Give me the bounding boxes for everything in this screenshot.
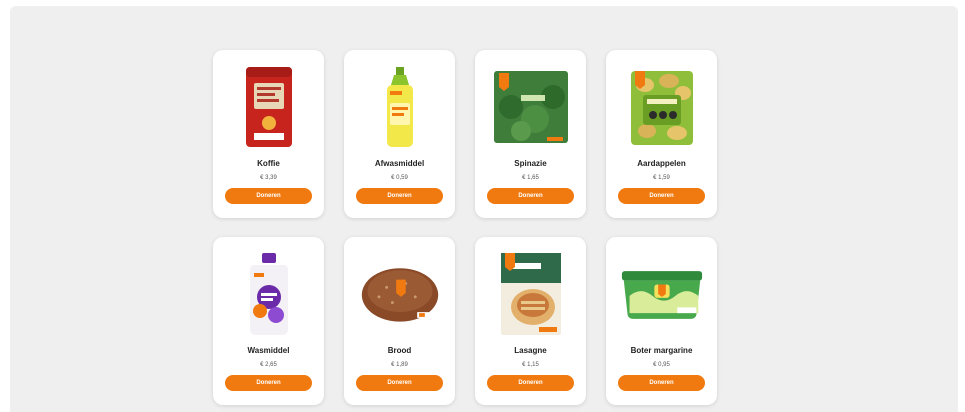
product-name: Aardappelen bbox=[637, 159, 686, 168]
product-image bbox=[620, 249, 704, 339]
product-name: Boter margarine bbox=[630, 346, 693, 355]
product-name: Koffie bbox=[257, 159, 280, 168]
dish-soap-bottle-icon bbox=[386, 67, 413, 147]
product-card: Wasmiddel € 2,65 Doneren bbox=[213, 237, 324, 405]
product-price: € 1,65 bbox=[522, 175, 539, 181]
product-image bbox=[227, 62, 311, 152]
detergent-bottle-icon bbox=[249, 253, 288, 335]
donate-button[interactable]: Doneren bbox=[225, 188, 312, 204]
product-card: Lasagne € 1,15 Doneren bbox=[475, 237, 586, 405]
product-card: Aardappelen € 1,59 Doneren bbox=[606, 50, 717, 218]
product-image bbox=[489, 62, 573, 152]
donate-button[interactable]: Doneren bbox=[487, 375, 574, 391]
product-card: Boter margarine € 0,95 Doneren bbox=[606, 237, 717, 405]
product-image bbox=[489, 249, 573, 339]
page-background: Koffie € 3,39 Doneren Afwasmiddel € 0,59… bbox=[10, 6, 958, 412]
product-card: Koffie € 3,39 Doneren bbox=[213, 50, 324, 218]
product-name: Wasmiddel bbox=[247, 346, 290, 355]
product-price: € 1,59 bbox=[653, 175, 670, 181]
spinach-bag-icon bbox=[493, 71, 568, 143]
product-price: € 0,95 bbox=[653, 362, 670, 368]
product-price: € 0,59 bbox=[391, 175, 408, 181]
bread-loaf-icon bbox=[361, 268, 438, 322]
product-card: Afwasmiddel € 0,59 Doneren bbox=[344, 50, 455, 218]
product-card: Spinazie € 1,65 Doneren bbox=[475, 50, 586, 218]
product-card: Brood € 1,89 Doneren bbox=[344, 237, 455, 405]
lasagne-box-icon bbox=[500, 253, 561, 335]
donate-button[interactable]: Doneren bbox=[618, 375, 705, 391]
product-name: Brood bbox=[387, 346, 412, 355]
product-name: Afwasmiddel bbox=[374, 159, 425, 168]
coffee-package-icon bbox=[245, 67, 292, 147]
product-price: € 3,39 bbox=[260, 175, 277, 181]
product-image bbox=[358, 62, 442, 152]
product-name: Lasagne bbox=[514, 346, 547, 355]
potato-bag-icon bbox=[630, 71, 693, 145]
product-price: € 1,89 bbox=[391, 362, 408, 368]
donate-button[interactable]: Doneren bbox=[356, 188, 443, 204]
donate-button[interactable]: Doneren bbox=[618, 188, 705, 204]
product-image bbox=[358, 249, 442, 339]
product-image bbox=[620, 62, 704, 152]
margarine-tub-icon bbox=[621, 271, 702, 319]
product-image bbox=[227, 249, 311, 339]
product-price: € 1,15 bbox=[522, 362, 539, 368]
donate-button[interactable]: Doneren bbox=[356, 375, 443, 391]
donate-button[interactable]: Doneren bbox=[487, 188, 574, 204]
product-price: € 2,65 bbox=[260, 362, 277, 368]
product-grid: Koffie € 3,39 Doneren Afwasmiddel € 0,59… bbox=[213, 50, 717, 405]
donate-button[interactable]: Doneren bbox=[225, 375, 312, 391]
product-name: Spinazie bbox=[514, 159, 547, 168]
